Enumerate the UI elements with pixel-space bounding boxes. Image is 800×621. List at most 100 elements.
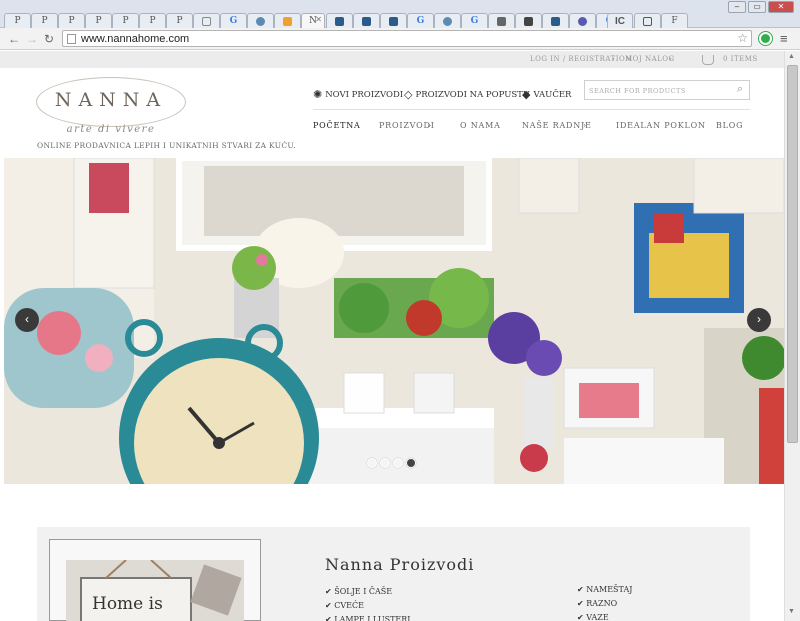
products-section: Home is Nanna Proizvodi ŠOLJE I ČAŠE CVE… [37, 527, 750, 621]
browser-tab[interactable] [542, 13, 569, 28]
category-link[interactable]: LAMPE I LUSTERI [325, 613, 410, 621]
browser-menu-icon[interactable]: ≡ [780, 31, 788, 46]
tab-label: G [229, 16, 238, 26]
product-image[interactable]: Home is [66, 560, 244, 621]
extension-icon[interactable] [759, 32, 772, 45]
browser-tab[interactable] [193, 13, 220, 28]
browser-tab[interactable]: G [220, 13, 247, 28]
nav-blog[interactable]: BLOG [716, 121, 743, 130]
slider-dot[interactable] [380, 458, 390, 468]
browser-tab[interactable] [326, 13, 353, 28]
browser-tab[interactable]: F [661, 13, 688, 28]
browser-tab-active[interactable]: N ✕ [301, 13, 325, 28]
sale-products-label: PROIZVODI NA POPUSTU [415, 89, 531, 100]
nav-gift[interactable]: IDEALAN POKLON [616, 121, 706, 130]
chevron-right-icon: › [669, 55, 673, 63]
page-icon [497, 16, 506, 26]
browser-tab[interactable] [353, 13, 380, 28]
cart-icon[interactable] [702, 55, 714, 65]
browser-tab[interactable]: P [58, 13, 85, 28]
products-title: Nanna Proizvodi [325, 555, 475, 574]
tab-label: P [68, 16, 75, 26]
wordpress-icon [443, 16, 452, 26]
close-window-icon[interactable]: ✕ [768, 1, 794, 13]
chevron-right-icon: › [583, 121, 587, 130]
web-page: LOG IN / REGISTRATION › MOJ NALOG › 0 IT… [0, 51, 784, 621]
address-bar[interactable]: www.nannahome.com ☆ [62, 30, 752, 47]
browser-tab[interactable]: P [85, 13, 112, 28]
site-tagline: ONLINE PRODAVNICA LEPIH I UNIKATNIH STVA… [37, 141, 296, 150]
browser-tab[interactable] [569, 13, 596, 28]
bookmark-star-icon[interactable]: ☆ [737, 31, 748, 45]
back-icon[interactable]: ← [8, 32, 20, 46]
browser-tab[interactable]: P [31, 13, 58, 28]
category-link[interactable]: RAZNO [577, 597, 632, 611]
scroll-thumb[interactable] [787, 65, 798, 443]
browser-tab[interactable] [434, 13, 461, 28]
browser-tab[interactable] [247, 13, 274, 28]
reload-icon[interactable]: ↻ [44, 32, 54, 46]
search-icon[interactable]: ⌕ [737, 83, 743, 96]
product-search: ⌕ [584, 80, 750, 100]
voucher-link[interactable]: ◆ VAUČER [522, 88, 571, 101]
cart-count[interactable]: 0 ITEMS [723, 55, 758, 63]
browser-tab[interactable]: G [407, 13, 434, 28]
browser-tab[interactable] [634, 13, 661, 28]
category-list-right: NAMEŠTAJ RAZNO VAZE [577, 583, 632, 621]
chevron-right-icon: › [757, 312, 761, 326]
page-icon [524, 16, 533, 26]
category-link[interactable]: NAMEŠTAJ [577, 583, 632, 597]
browser-tab[interactable]: P [112, 13, 139, 28]
browser-tab[interactable]: P [139, 13, 166, 28]
nav-products[interactable]: PROIZVODI [379, 121, 435, 130]
slider-next-button[interactable]: › [747, 308, 771, 332]
scroll-down-icon[interactable]: ▼ [788, 608, 795, 615]
slider-dot-active[interactable] [406, 458, 416, 468]
search-input[interactable] [589, 84, 729, 97]
page-scrollbar[interactable]: ▲ ▼ [784, 51, 800, 621]
tag-icon: ◆ [522, 88, 531, 101]
page-icon [67, 34, 76, 44]
new-products-label: NOVI PROIZVODI [325, 89, 404, 100]
forward-icon[interactable]: → [26, 32, 38, 46]
hero-image [4, 158, 784, 484]
minimize-icon[interactable]: – [728, 1, 746, 13]
slider-dot[interactable] [393, 458, 403, 468]
browser-tab[interactable]: IC [607, 13, 633, 28]
page-icon [643, 16, 652, 26]
chevron-right-icon: › [428, 121, 432, 130]
browser-tab[interactable]: P [4, 13, 31, 28]
browser-tab[interactable] [515, 13, 542, 28]
tab-label: P [176, 16, 183, 26]
chart-icon [362, 16, 371, 26]
browser-tab[interactable]: G [461, 13, 488, 28]
browser-tab[interactable] [380, 13, 407, 28]
browser-tab[interactable]: P [166, 13, 193, 28]
category-link[interactable]: VAZE [577, 611, 632, 621]
maximize-icon[interactable]: ▭ [748, 1, 766, 13]
url-text[interactable]: www.nannahome.com [81, 32, 189, 46]
tab-label: P [149, 16, 156, 26]
nav-about[interactable]: O NAMA [460, 121, 501, 130]
scroll-up-icon[interactable]: ▲ [788, 53, 795, 60]
category-link[interactable]: CVEĆE [325, 599, 410, 613]
site-logo[interactable]: NANNA arte di vivere [36, 77, 186, 137]
slider-prev-button[interactable]: ‹ [15, 308, 39, 332]
chart-icon [551, 16, 560, 26]
slider-dot[interactable] [367, 458, 377, 468]
browser-tab[interactable] [274, 13, 301, 28]
account-link[interactable]: MOJ NALOG [625, 55, 675, 63]
sparkle-icon: ✺ [313, 88, 323, 101]
category-link[interactable]: ŠOLJE I ČAŠE [325, 585, 410, 599]
tab-label: IC [615, 15, 625, 27]
new-products-link[interactable]: ✺ NOVI PROIZVODI [313, 88, 403, 101]
browser-toolbar: ← → ↻ www.nannahome.com ☆ [0, 28, 800, 50]
nav-shops[interactable]: NAŠE RADNJE [522, 121, 592, 130]
nav-home[interactable]: POČETNA [313, 121, 361, 130]
browser-tab-bar: P P P P P P P G N✕ G G G IC F – ▭ ✕ [0, 0, 800, 28]
tab-label: P [41, 16, 48, 26]
login-link[interactable]: LOG IN / REGISTRATION [530, 55, 632, 63]
sale-products-link[interactable]: ◇ PROIZVODI NA POPUSTU [404, 88, 530, 101]
close-tab-icon[interactable]: ✕ [315, 15, 322, 24]
browser-tab[interactable] [488, 13, 515, 28]
